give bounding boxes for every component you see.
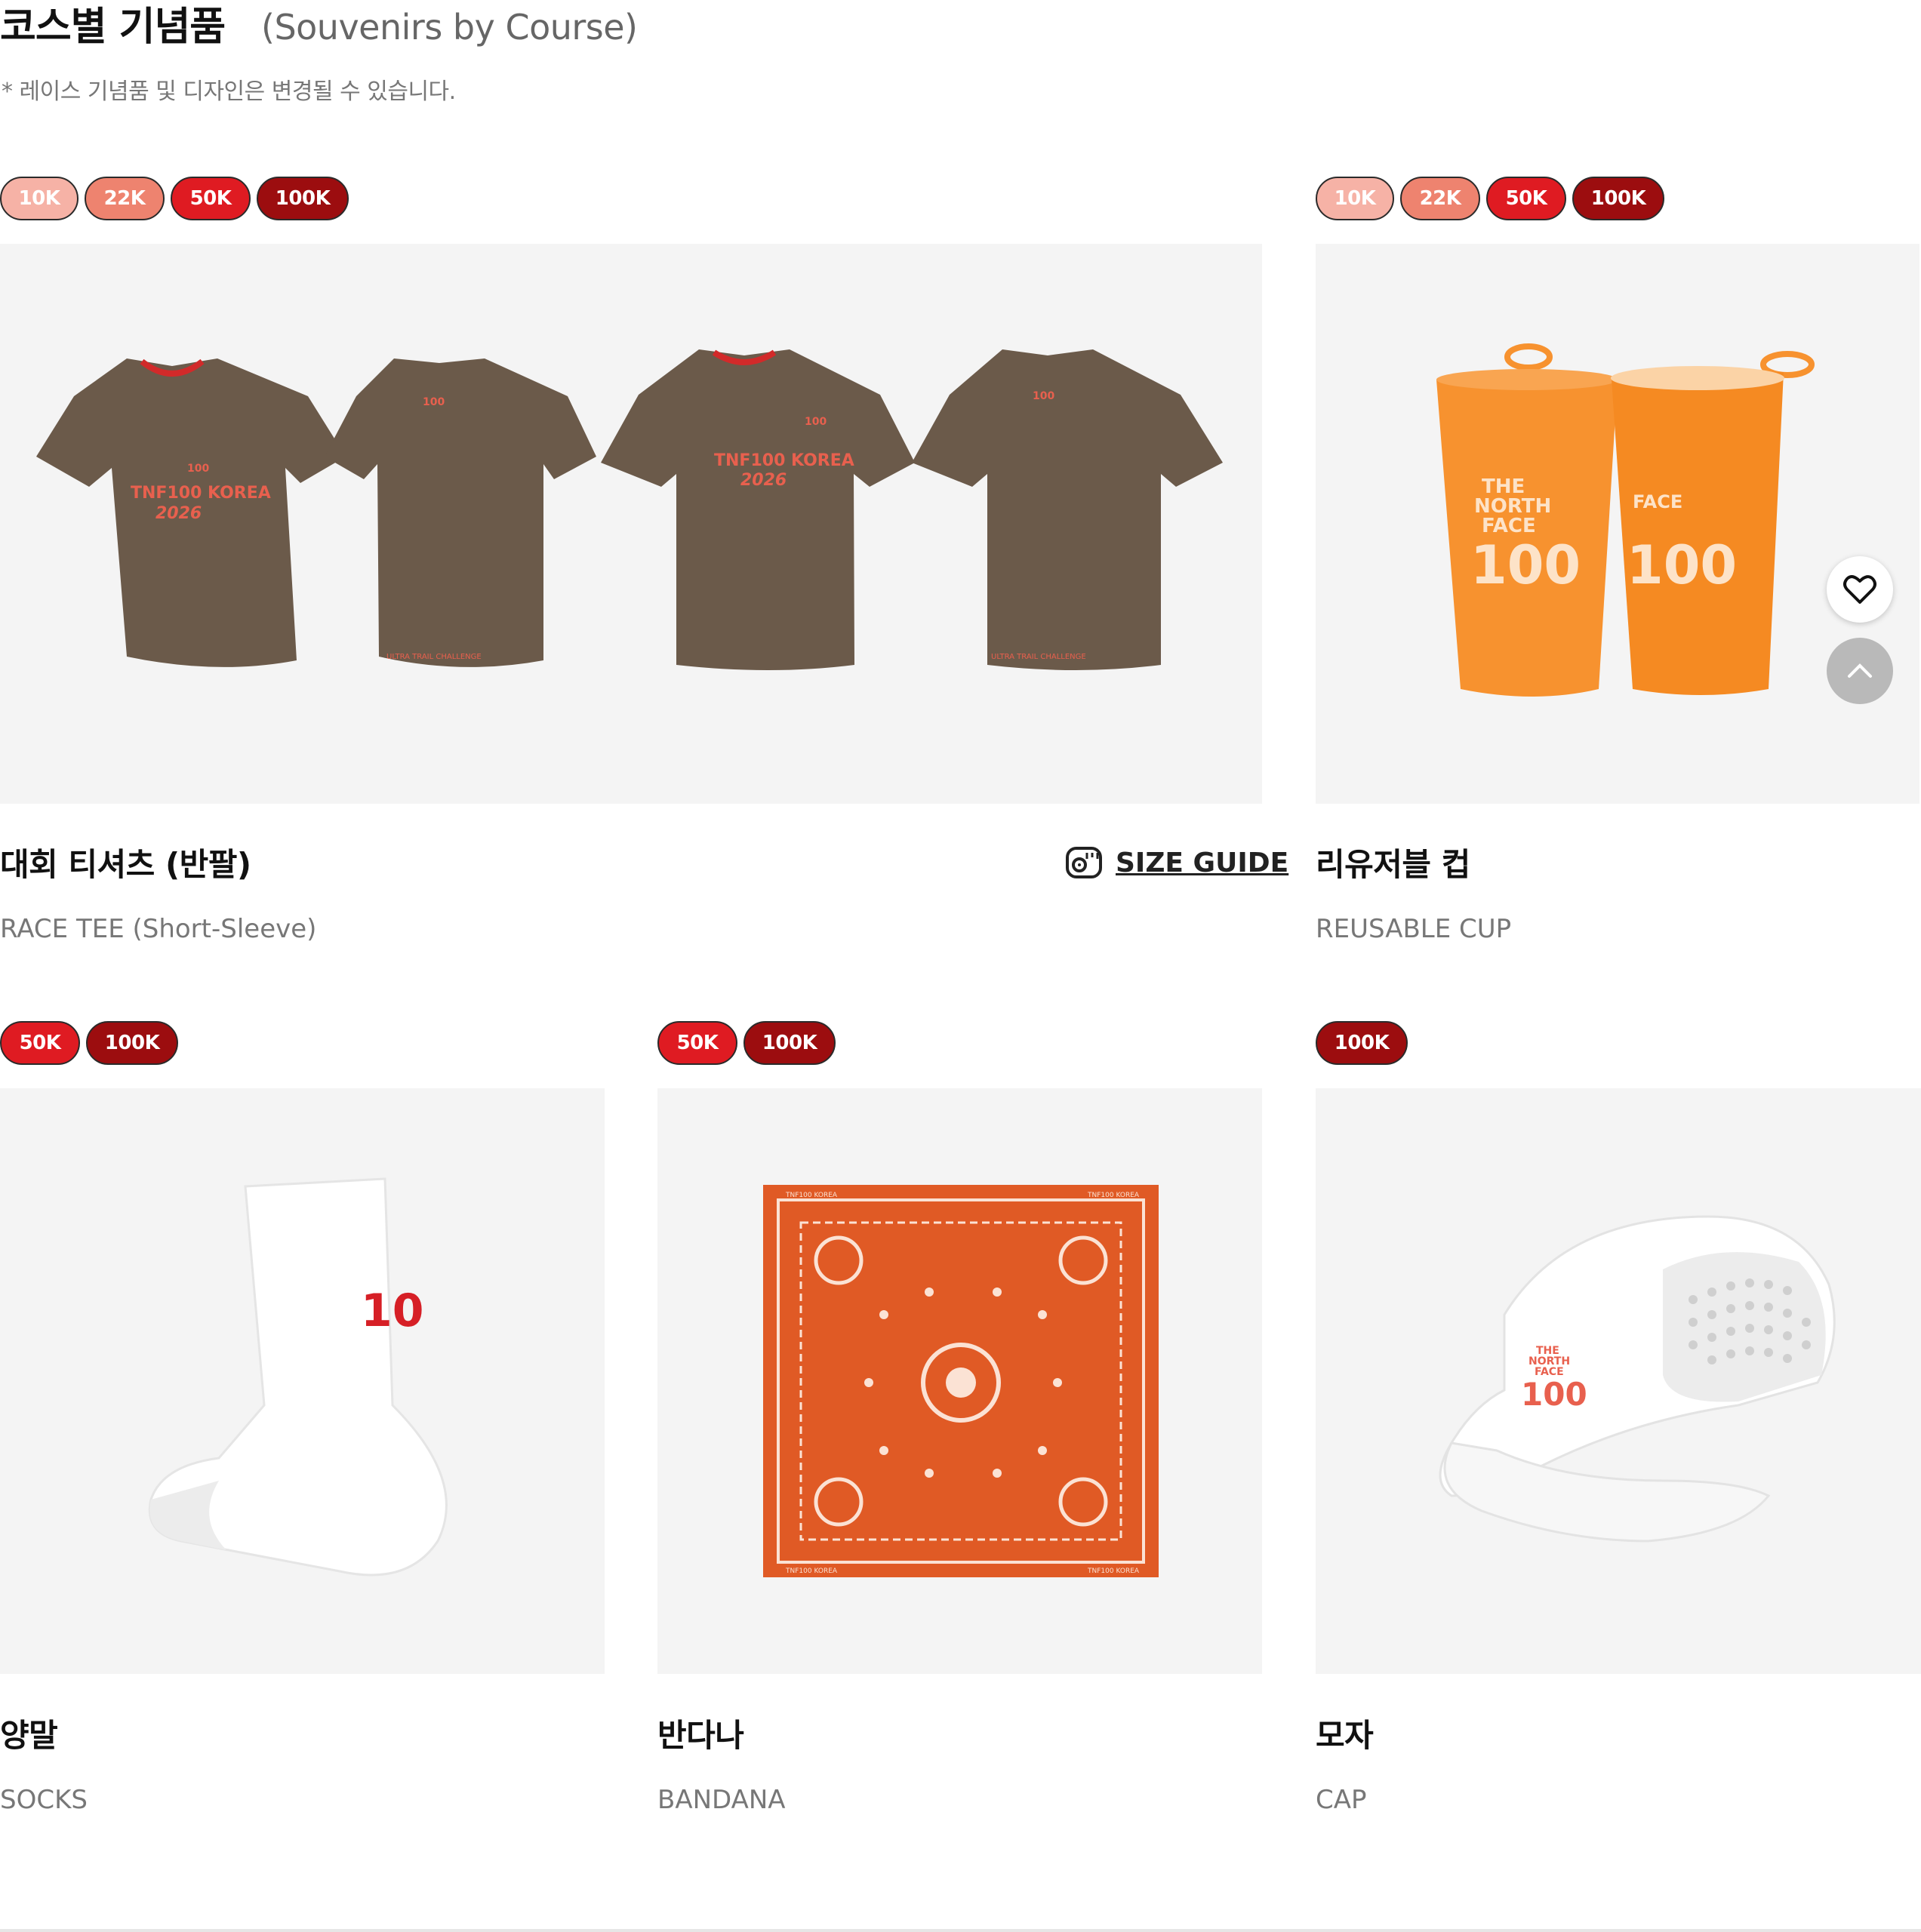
page-subtitle: (Souvenirs by Course): [261, 7, 638, 48]
tee-back-text-2: ULTRA TRAIL CHALLENGE: [991, 653, 1086, 661]
badge-100k: 100K: [743, 1021, 836, 1065]
cup-illustration: THE NORTH FACE 100 FACE 100: [1436, 343, 1815, 697]
tee-print-text: TNF100 KOREA: [131, 484, 271, 503]
section-divider: [0, 1929, 1921, 1932]
cup2-logo-num: 100: [1627, 534, 1737, 596]
product-name-en-cup: REUSABLE CUP: [1316, 914, 1512, 944]
badge-50k: 50K: [0, 1021, 80, 1065]
badge-10k: 10K: [0, 177, 79, 220]
product-name-ko: 대회 티셔츠 (반팔): [0, 846, 251, 883]
tee-logo-text-2: 100: [805, 416, 827, 428]
tee-back-text: ULTRA TRAIL CHALLENGE: [386, 653, 482, 661]
badge-10k: 10K: [1316, 177, 1394, 220]
cup-logo-num: 100: [1470, 534, 1581, 596]
cap-illustration: THE NORTH FACE 100: [1439, 1215, 1836, 1543]
product-name-ko-cup: 리유저블 컵: [1316, 846, 1470, 883]
chevron-up-icon: [1848, 663, 1872, 678]
bandana-border-text-2: TNF100 KOREA: [1087, 1192, 1140, 1199]
heart-icon: [1843, 575, 1876, 604]
product-image-cup[interactable]: THE NORTH FACE 100 FACE 100: [1316, 244, 1919, 804]
course-badges-cap: 100K: [1316, 1021, 1408, 1065]
product-image-cap[interactable]: THE NORTH FACE 100: [1316, 1088, 1921, 1674]
badge-100k: 100K: [1572, 177, 1664, 220]
product-image-bandana[interactable]: TNF100 KOREA TNF100 KOREA TNF100 KOREA T…: [657, 1088, 1262, 1674]
product-name-ko-bandana: 반다나: [657, 1717, 744, 1754]
course-badges: 10K 22K 50K 100K: [0, 177, 349, 220]
badge-50k: 50K: [1486, 177, 1566, 220]
course-badges-socks: 50K 100K: [0, 1021, 178, 1065]
badge-22k: 22K: [1400, 177, 1480, 220]
size-guide-link[interactable]: SIZE GUIDE: [1064, 844, 1288, 881]
badge-100k: 100K: [1316, 1021, 1408, 1065]
product-image-tee[interactable]: 100 TNF100 KOREA 2026 100 ULTRA TRAIL CH…: [0, 244, 1262, 804]
tape-measure-icon: [1066, 847, 1102, 878]
course-badges-cup: 10K 22K 50K 100K: [1316, 177, 1664, 220]
product-image-socks[interactable]: 10: [0, 1088, 605, 1674]
socks-logo-num: 10: [361, 1284, 424, 1337]
bandana-illustration: TNF100 KOREA TNF100 KOREA TNF100 KOREA T…: [763, 1185, 1159, 1577]
product-name-ko-socks: 양말: [0, 1717, 58, 1754]
tee-print-year-2: 2026: [740, 471, 787, 490]
disclaimer-note: * 레이스 기념품 및 디자인은 변경될 수 있습니다.: [2, 78, 456, 105]
size-guide-label: SIZE GUIDE: [1116, 847, 1289, 878]
cup2-logo-face: FACE: [1633, 491, 1682, 512]
tee-back-logo: 100: [423, 396, 445, 408]
page-title: 코스별 기념품: [0, 5, 226, 50]
wishlist-button[interactable]: [1827, 556, 1893, 623]
cap-logo-num: 100: [1521, 1376, 1587, 1413]
tee-print-text-2: TNF100 KOREA: [714, 451, 854, 470]
tee-illustration: 100 TNF100 KOREA 2026 100 ULTRA TRAIL CH…: [36, 349, 1223, 670]
product-name-en-bandana: BANDANA: [657, 1785, 786, 1815]
socks-illustration: 10: [148, 1177, 448, 1577]
product-name-en-cap: CAP: [1316, 1785, 1367, 1815]
product-name-ko-cap: 모자: [1316, 1717, 1374, 1754]
course-badges-bandana: 50K 100K: [657, 1021, 836, 1065]
product-name-en-socks: SOCKS: [0, 1785, 88, 1815]
scroll-to-top-button[interactable]: [1827, 638, 1893, 704]
badge-50k: 50K: [171, 177, 251, 220]
badge-100k: 100K: [86, 1021, 178, 1065]
tee-logo-text: 100: [187, 463, 209, 475]
tee-back-logo-2: 100: [1033, 390, 1054, 402]
badge-22k: 22K: [85, 177, 165, 220]
bandana-border-text-3: TNF100 KOREA: [785, 1567, 838, 1575]
bandana-border-text: TNF100 KOREA: [785, 1192, 838, 1199]
bandana-border-text-4: TNF100 KOREA: [1087, 1567, 1140, 1575]
badge-100k: 100K: [257, 177, 349, 220]
product-name-en: RACE TEE (Short-Sleeve): [0, 914, 317, 944]
badge-50k: 50K: [657, 1021, 737, 1065]
tee-print-year: 2026: [155, 504, 202, 523]
